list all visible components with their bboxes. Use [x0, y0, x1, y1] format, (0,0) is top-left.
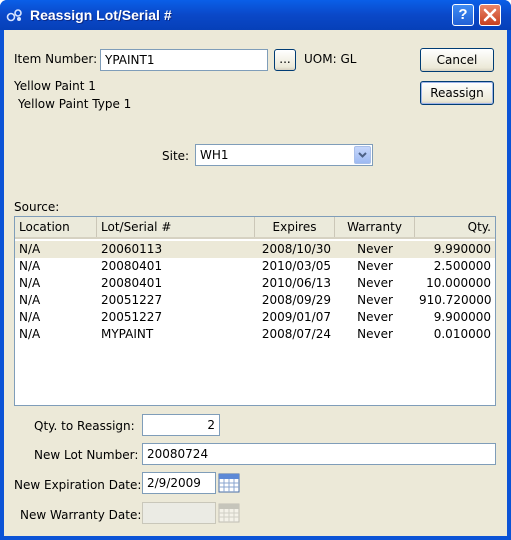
reassign-button[interactable]: Reassign [420, 81, 494, 105]
cell-location: N/A [19, 327, 41, 341]
new-lot-number-input[interactable]: 20080724 [142, 443, 496, 465]
cell-warranty: Never [357, 293, 393, 307]
close-button[interactable] [479, 4, 501, 26]
cell-lot-serial: 20051227 [101, 293, 163, 307]
cell-location: N/A [19, 242, 41, 256]
cell-warranty: Never [357, 327, 393, 341]
item-description-1: Yellow Paint 1 [14, 79, 96, 93]
dialog-window: Reassign Lot/Serial # ? Item Number: YPA… [0, 0, 511, 540]
cell-qty: 2.500000 [433, 259, 491, 273]
cell-qty: 9.900000 [433, 310, 491, 324]
cell-expires: 2008/09/29 [261, 293, 331, 307]
table-row[interactable]: N/A 20051227 2009/01/07 Never 9.900000 [15, 309, 495, 326]
item-number-input[interactable]: YPAINT1 [100, 49, 268, 71]
column-header-expires[interactable]: Expires [255, 217, 335, 237]
qty-to-reassign-label: Qty. to Reassign: [34, 419, 135, 433]
table-row[interactable]: N/A 20080401 2010/03/05 Never 2.500000 [15, 258, 495, 275]
item-number-label: Item Number: [14, 52, 98, 66]
cell-lot-serial: 20080401 [101, 276, 163, 290]
chevron-down-icon [358, 152, 367, 158]
qty-to-reassign-input[interactable]: 2 [142, 414, 220, 436]
uom-text: UOM: GL [304, 52, 357, 66]
dialog-body: Item Number: YPAINT1 ... UOM: GL Yellow … [4, 30, 507, 536]
cell-location: N/A [19, 276, 41, 290]
title-bar[interactable]: Reassign Lot/Serial # ? [0, 0, 511, 30]
table-row[interactable]: N/A MYPAINT 2008/07/24 Never 0.010000 [15, 326, 495, 343]
new-warranty-date-input[interactable] [142, 502, 216, 524]
window-title: Reassign Lot/Serial # [30, 7, 172, 23]
cell-expires: 2010/03/05 [261, 259, 331, 273]
cell-qty: 10.000000 [426, 276, 491, 290]
table-row[interactable]: N/A 20080401 2010/06/13 Never 10.000000 [15, 275, 495, 292]
cell-lot-serial: 20051227 [101, 310, 163, 324]
calendar-icon[interactable] [218, 503, 240, 523]
cell-warranty: Never [357, 276, 393, 290]
cell-qty: 910.720000 [419, 293, 492, 307]
column-header-location[interactable]: Location [15, 217, 97, 237]
cell-warranty: Never [357, 310, 393, 324]
reassign-button-label: Reassign [430, 86, 484, 100]
column-header-qty[interactable]: Qty. [415, 217, 495, 237]
new-warranty-date-label: New Warranty Date: [20, 508, 142, 522]
new-lot-number-label: New Lot Number: [34, 448, 139, 462]
source-label: Source: [14, 200, 60, 214]
cell-expires: 2010/06/13 [261, 276, 331, 290]
cell-expires: 2009/01/07 [261, 310, 331, 324]
item-description-2: Yellow Paint Type 1 [18, 97, 132, 111]
item-lookup-button[interactable]: ... [274, 49, 296, 71]
site-select[interactable]: WH1 [195, 144, 373, 166]
cell-expires: 2008/07/24 [261, 327, 331, 341]
cell-location: N/A [19, 293, 41, 307]
cell-location: N/A [19, 259, 41, 273]
cell-qty: 0.010000 [433, 327, 491, 341]
source-table[interactable]: Location Lot/Serial # Expires Warranty Q… [14, 216, 496, 406]
column-header-warranty[interactable]: Warranty [335, 217, 415, 237]
calendar-icon[interactable] [218, 473, 240, 493]
cell-warranty: Never [357, 259, 393, 273]
cell-warranty: Never [357, 242, 393, 256]
cancel-button[interactable]: Cancel [420, 48, 494, 72]
site-label: Site: [162, 149, 190, 163]
cell-location: N/A [19, 310, 41, 324]
table-row[interactable]: N/A 20060113 2008/10/30 Never 9.990000 [15, 241, 495, 258]
help-button[interactable]: ? [452, 4, 474, 26]
cell-qty: 9.990000 [433, 242, 491, 256]
cell-lot-serial: MYPAINT [101, 327, 154, 341]
close-icon [483, 8, 497, 22]
help-icon: ? [458, 6, 468, 23]
site-dropdown-button[interactable] [354, 146, 371, 164]
column-header-lot-serial[interactable]: Lot/Serial # [97, 217, 255, 237]
cell-lot-serial: 20080401 [101, 259, 163, 273]
app-icon [6, 9, 22, 22]
cell-expires: 2008/10/30 [261, 242, 331, 256]
new-expiration-date-input[interactable]: 2/9/2009 [142, 472, 216, 494]
cancel-button-label: Cancel [436, 53, 478, 67]
table-row[interactable]: N/A 20051227 2008/09/29 Never 910.720000 [15, 292, 495, 309]
cell-lot-serial: 20060113 [101, 242, 163, 256]
table-header: Location Lot/Serial # Expires Warranty Q… [15, 217, 495, 239]
site-select-value: WH1 [200, 148, 229, 162]
new-expiration-date-label: New Expiration Date: [14, 478, 142, 492]
